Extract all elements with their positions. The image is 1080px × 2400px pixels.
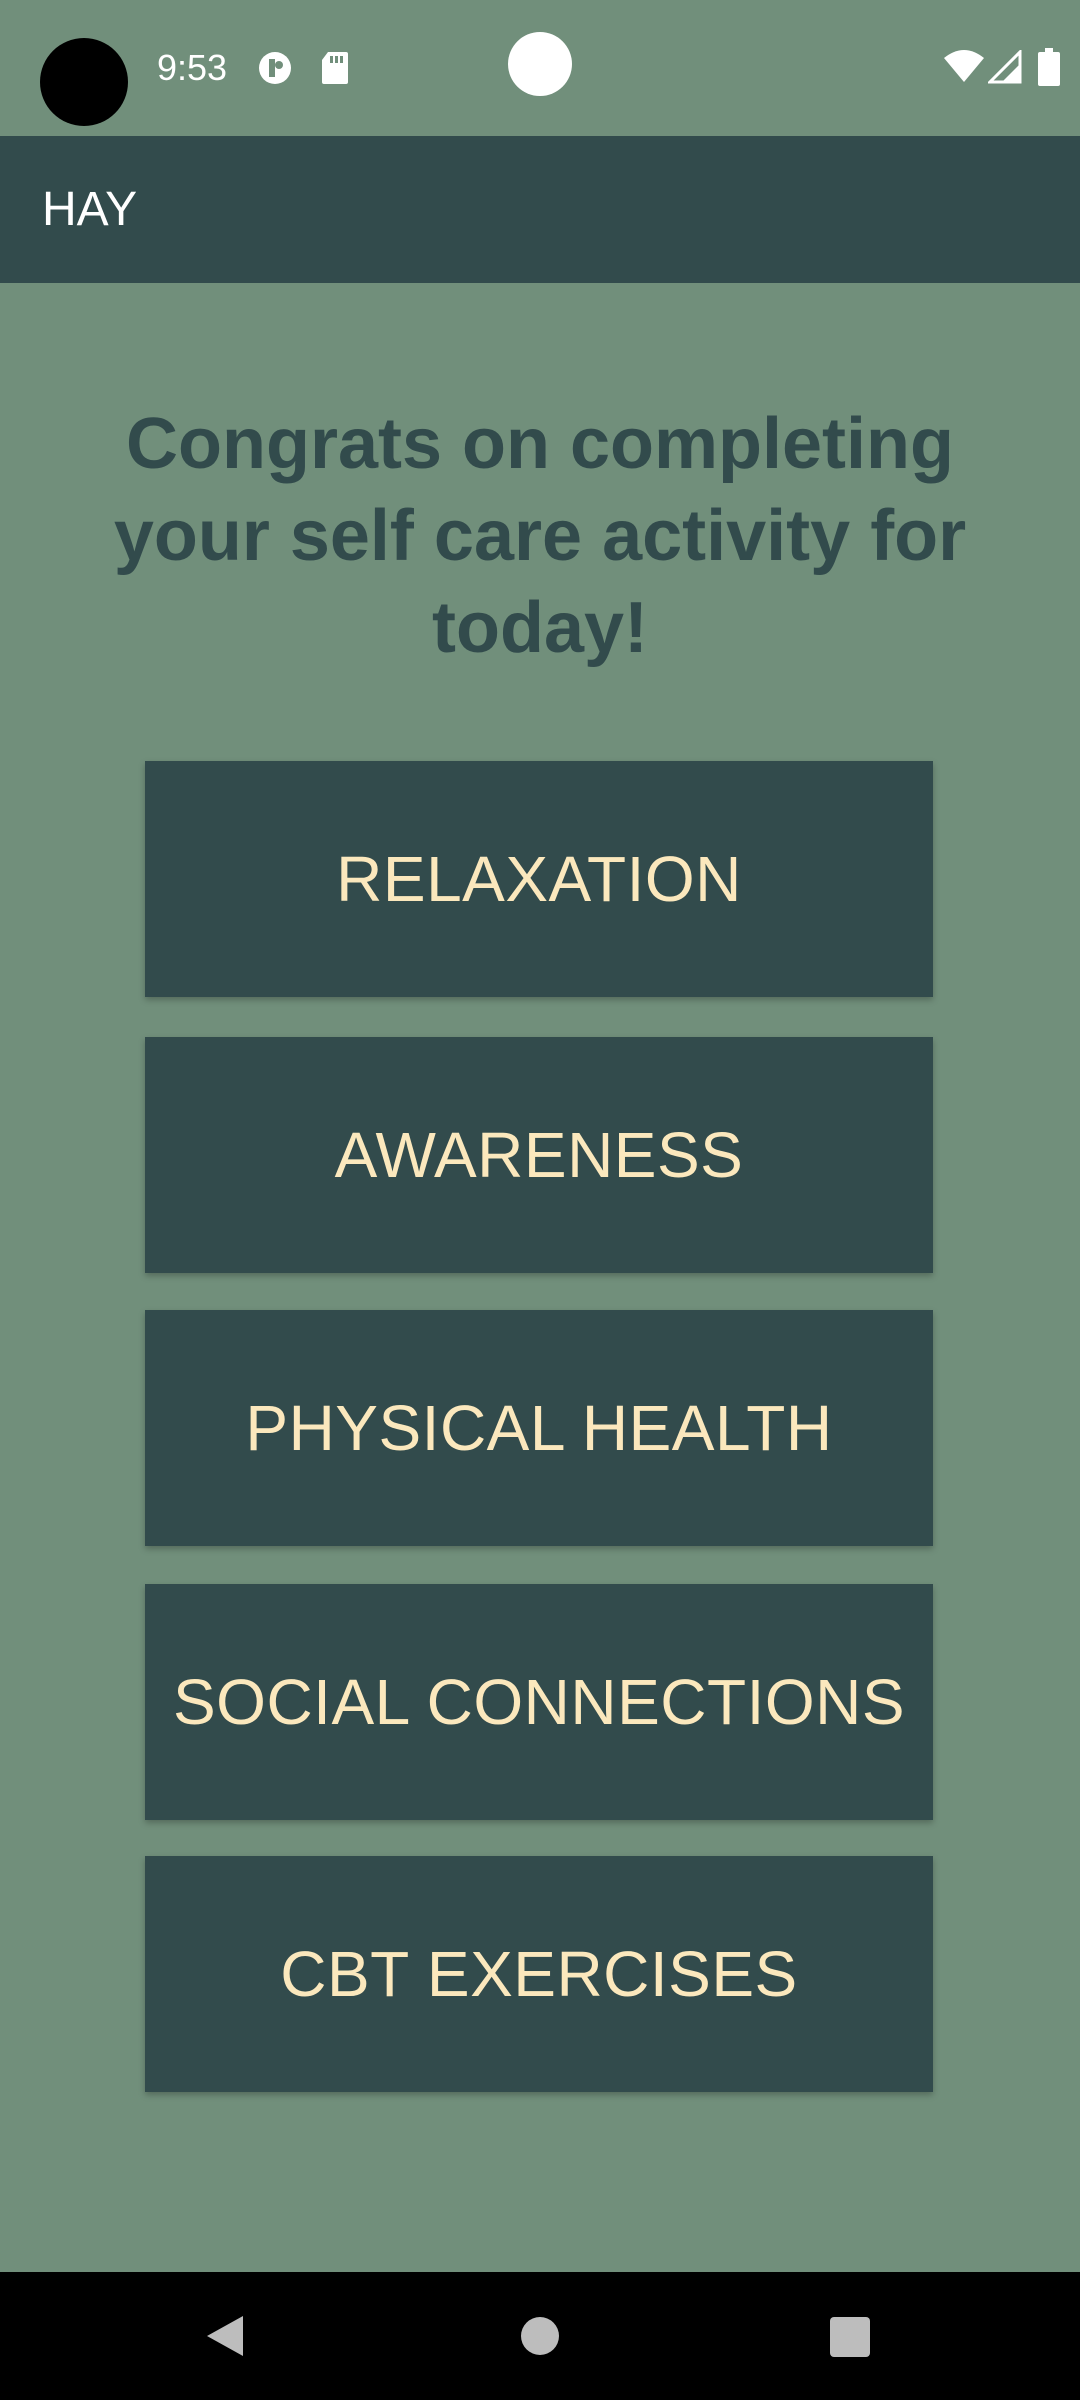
status-bar: 9:53 — [0, 0, 1080, 136]
cbt-exercises-button[interactable]: CBT EXERCISES — [145, 1856, 933, 2092]
front-sensor — [508, 32, 572, 96]
app-title: HAY — [42, 183, 138, 236]
wifi-icon — [944, 50, 984, 82]
data-saver-icon — [259, 52, 291, 84]
social-connections-button[interactable]: SOCIAL CONNECTIONS — [145, 1584, 933, 1820]
camera-cutout — [40, 38, 128, 126]
cell-signal-icon — [988, 50, 1022, 84]
battery-icon — [1038, 48, 1060, 86]
status-time: 9:53 — [157, 47, 228, 88]
physical-health-button[interactable]: PHYSICAL HEALTH — [145, 1310, 933, 1546]
congrats-message: Congrats on completing your self care ac… — [113, 404, 967, 668]
recents-icon[interactable] — [830, 2317, 870, 2357]
home-icon[interactable] — [521, 2317, 559, 2355]
sd-card-icon — [322, 52, 348, 84]
relaxation-button[interactable]: RELAXATION — [145, 761, 933, 997]
navigation-bar — [0, 2272, 1080, 2400]
back-icon[interactable] — [205, 2314, 245, 2358]
app-bar: HAY — [0, 136, 1080, 283]
awareness-button[interactable]: AWARENESS — [145, 1037, 933, 1273]
